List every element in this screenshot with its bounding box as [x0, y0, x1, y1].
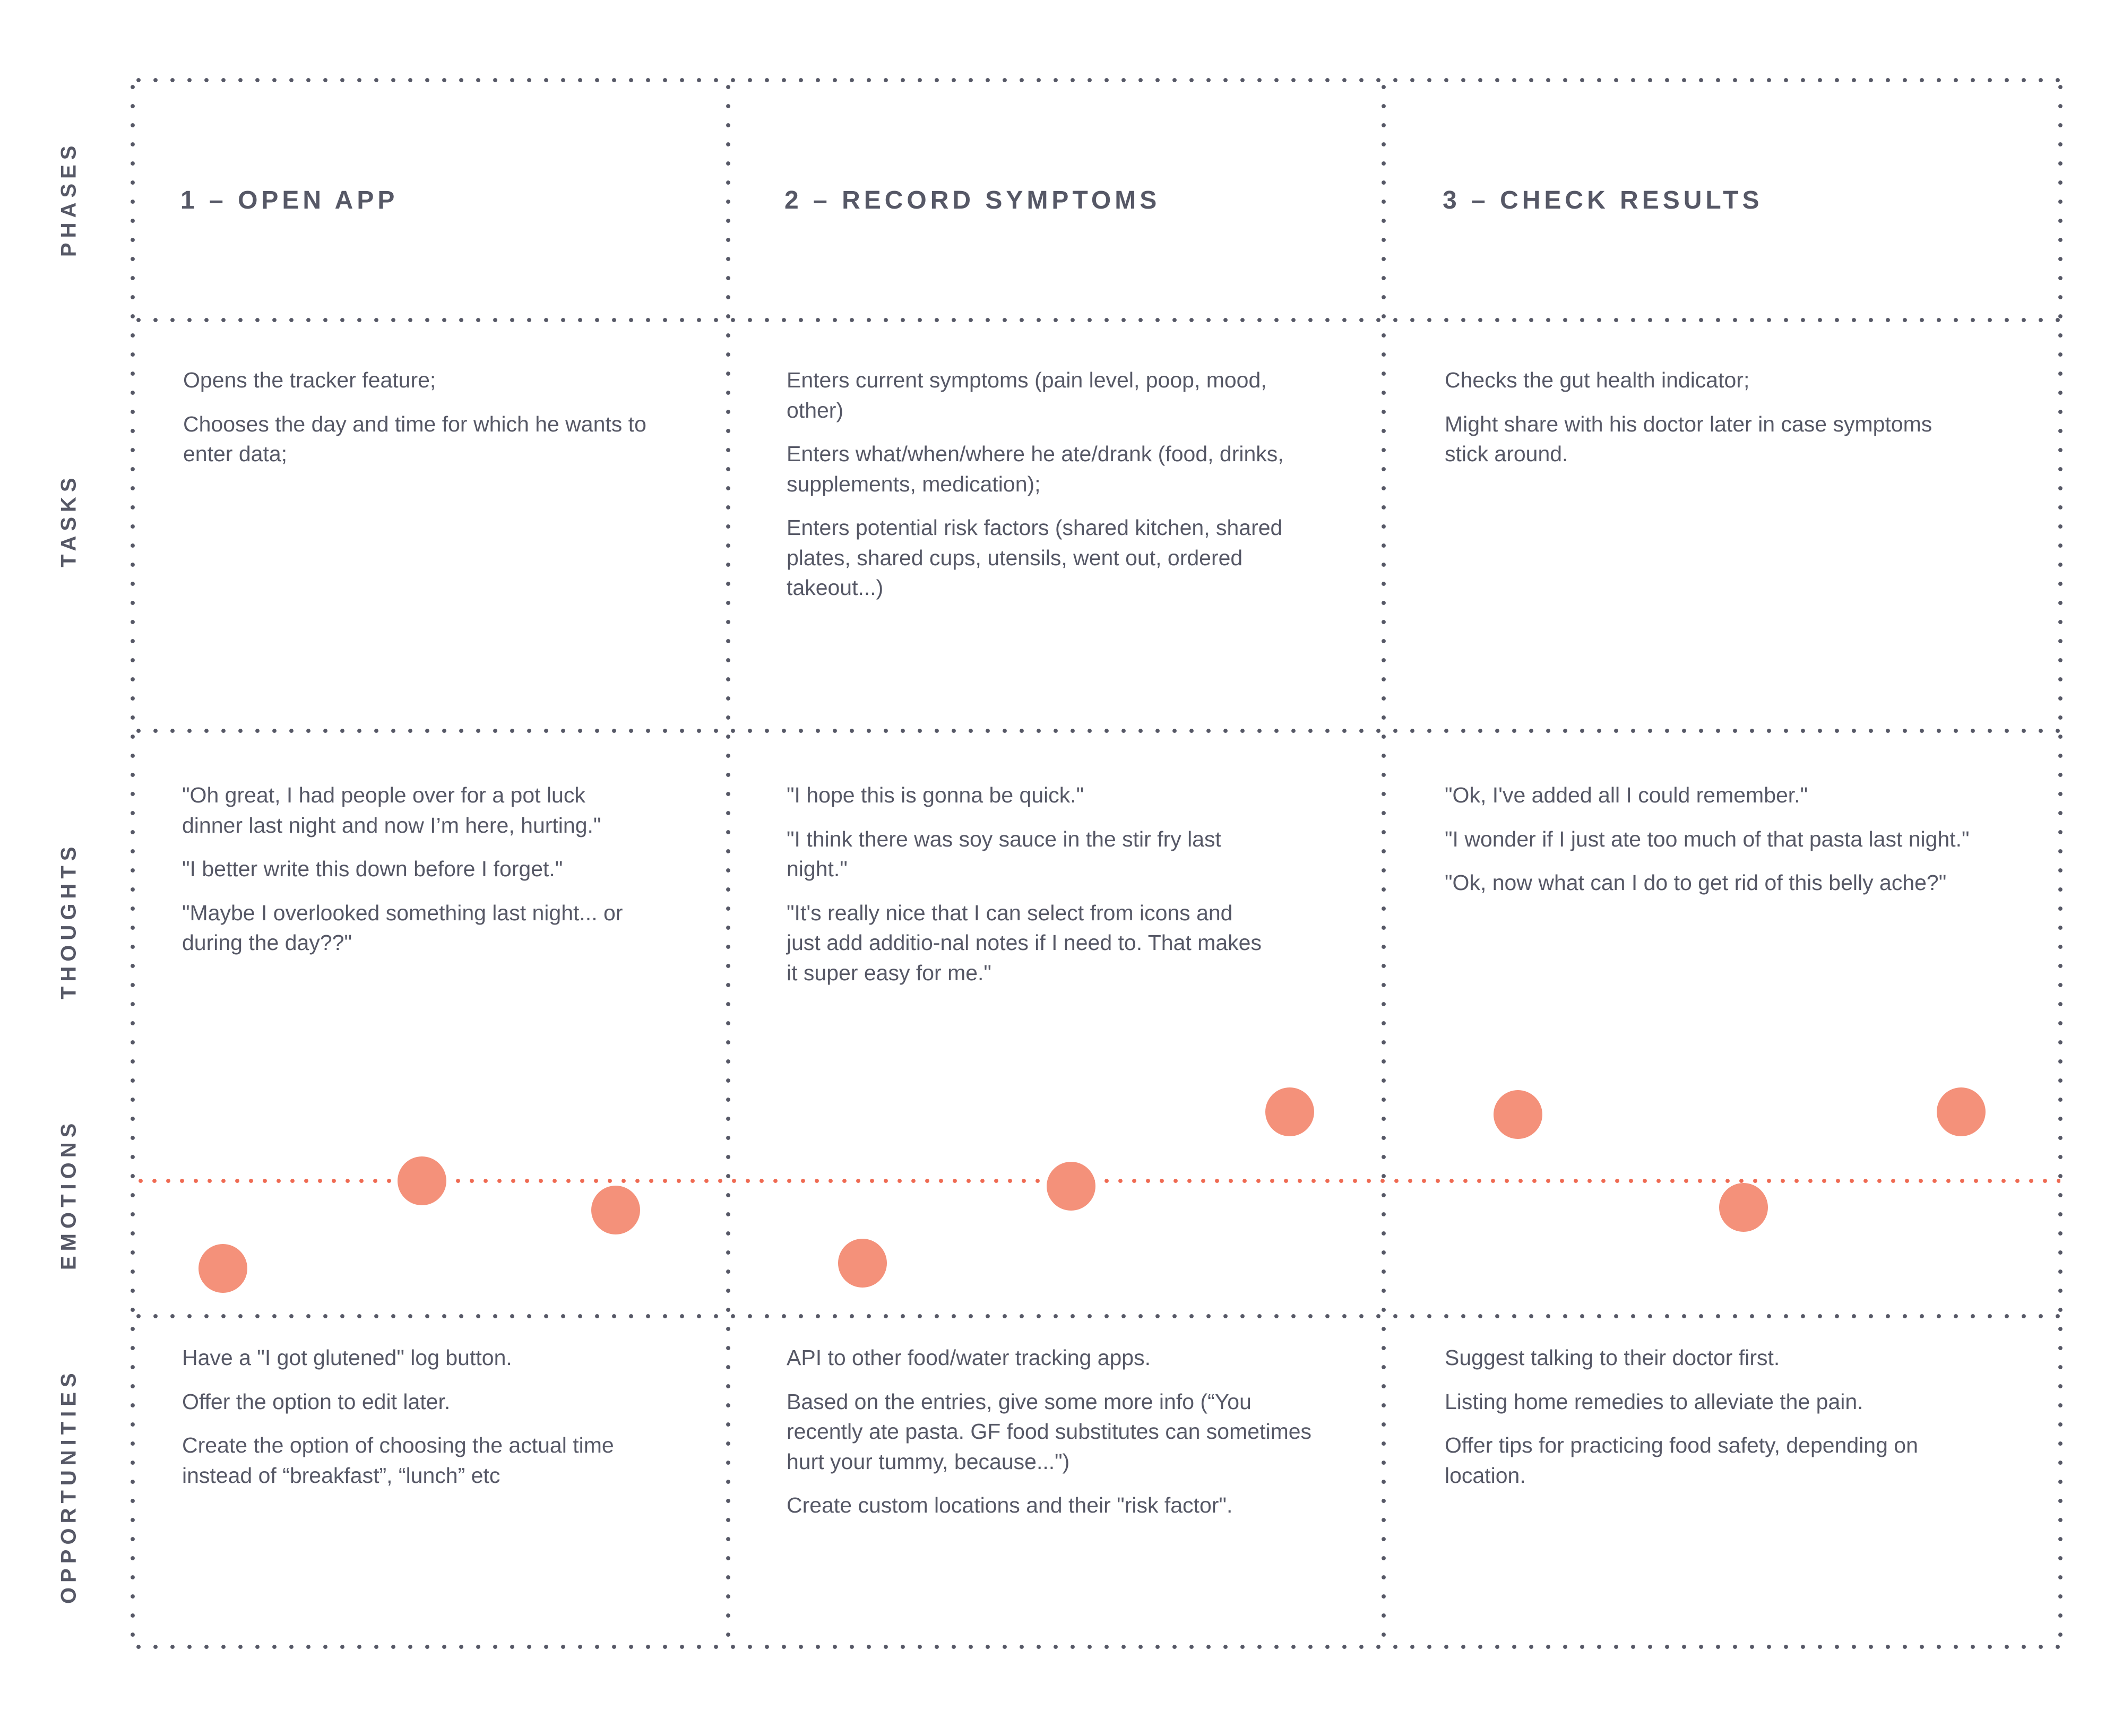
opportunities-cell-col2: API to other food/water tracking apps. B… — [787, 1343, 1328, 1521]
opportunity-item: Create custom locations and their "risk … — [787, 1493, 1233, 1518]
thought-item: "I better write this down before I forge… — [182, 857, 563, 882]
emotion-dot[interactable] — [1719, 1183, 1768, 1232]
grid-border-bottom — [130, 1644, 2062, 1649]
thoughts-cell-col3: "Ok, I've added all I could remember." "… — [1445, 780, 1981, 898]
rail-label-opportunities: OPPORTUNITIES — [0, 1316, 138, 1656]
thought-item: "It's really nice that I can select from… — [787, 900, 1262, 985]
rail-label-thoughts: THOUGHTS — [0, 738, 138, 1104]
grid-divider-tasks-thoughts — [130, 728, 2062, 733]
grid-border-right — [2058, 77, 2063, 1647]
rail-label-tasks-text: TASKS — [57, 473, 81, 567]
thought-item: "Maybe I overlooked something last night… — [182, 900, 623, 955]
journey-map-board: PHASES TASKS THOUGHTS EMOTIONS OPPORTUNI… — [0, 0, 2123, 1736]
grid-border-top — [130, 77, 2062, 83]
task-item: Might share with his doctor later in cas… — [1445, 411, 1932, 467]
opportunity-item: Based on the entries, give some more inf… — [787, 1389, 1312, 1474]
emotion-dot[interactable] — [1265, 1087, 1314, 1136]
task-item: Enters what/when/where he ate/drank (foo… — [787, 442, 1284, 496]
opportunities-cell-col1: Have a "I got glutened" log button. Offe… — [182, 1343, 686, 1490]
opportunity-item: API to other food/water tracking apps. — [787, 1345, 1151, 1370]
rail-label-phases-text: PHASES — [57, 141, 81, 257]
opportunity-item: Listing home remedies to alleviate the p… — [1445, 1389, 1863, 1414]
opportunity-item: Have a "I got glutened" log button. — [182, 1345, 512, 1370]
grid-border-left — [130, 77, 135, 1647]
task-item: Enters current symptoms (pain level, poo… — [787, 368, 1267, 422]
thought-item: "Ok, I've added all I could remember." — [1445, 783, 1808, 807]
rail-label-emotions-text: EMOTIONS — [57, 1118, 81, 1270]
emotion-dot[interactable] — [838, 1239, 887, 1288]
thought-item: "Oh great, I had people over for a pot l… — [182, 783, 601, 837]
opportunity-item: Offer the option to edit later. — [182, 1389, 451, 1414]
phase-title-1: 1 – OPEN APP — [180, 186, 399, 214]
rail-label-emotions: EMOTIONS — [0, 1061, 138, 1327]
task-item: Enters potential risk factors (shared ki… — [787, 515, 1283, 600]
phase-title-3: 3 – CHECK RESULTS — [1443, 186, 1763, 214]
grid-divider-phases-tasks — [130, 317, 2062, 323]
tasks-cell-col1: Opens the tracker feature; Chooses the d… — [183, 365, 693, 469]
emotion-dot[interactable] — [1047, 1162, 1095, 1211]
opportunities-cell-col3: Suggest talking to their doctor first. L… — [1445, 1343, 1970, 1490]
rail-label-phases: PHASES — [0, 80, 138, 318]
rail-label-thoughts-text: THOUGHTS — [57, 842, 81, 1000]
rail-label-opportunities-text: OPPORTUNITIES — [57, 1368, 81, 1604]
phase-title-2: 2 – RECORD SYMPTOMS — [784, 186, 1161, 214]
emotion-dot[interactable] — [398, 1156, 446, 1205]
task-item: Chooses the day and time for which he wa… — [183, 411, 646, 467]
grid-divider-col2-col3 — [1381, 77, 1386, 1647]
task-item: Checks the gut health indicator; — [1445, 368, 1750, 392]
task-item: Opens the tracker feature; — [183, 368, 436, 392]
rail-label-tasks: TASKS — [0, 318, 138, 722]
opportunity-item: Suggest talking to their doctor first. — [1445, 1345, 1780, 1370]
opportunity-item: Create the option of choosing the actual… — [182, 1433, 614, 1488]
grid-divider-emotions-opportunities — [130, 1314, 2062, 1319]
emotion-dot[interactable] — [591, 1186, 640, 1234]
emotion-dot[interactable] — [1937, 1087, 1986, 1136]
thought-item: "Ok, now what can I do to get rid of thi… — [1445, 870, 1947, 895]
grid-divider-col1-col2 — [726, 77, 731, 1647]
thought-item: "I think there was soy sauce in the stir… — [787, 826, 1221, 882]
thought-item: "I wonder if I just ate too much of that… — [1445, 826, 1970, 851]
thoughts-cell-col2: "I hope this is gonna be quick." "I thin… — [787, 780, 1264, 988]
thought-item: "I hope this is gonna be quick." — [787, 783, 1084, 807]
emotion-dot[interactable] — [1494, 1090, 1542, 1139]
thoughts-cell-col1: "Oh great, I had people over for a pot l… — [182, 780, 649, 958]
opportunity-item: Offer tips for practicing food safety, d… — [1445, 1433, 1918, 1488]
emotion-dot[interactable] — [199, 1244, 247, 1293]
tasks-cell-col2: Enters current symptoms (pain level, poo… — [787, 365, 1323, 603]
tasks-cell-col3: Checks the gut health indicator; Might s… — [1445, 365, 1981, 469]
